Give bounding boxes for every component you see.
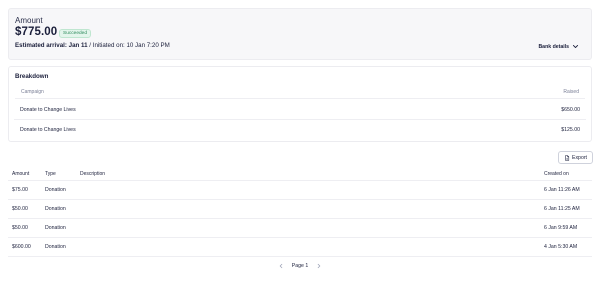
transactions-header: Amount Type Description Created on	[8, 167, 592, 181]
created-on-cell: 4 Jan 5:30 AM	[544, 244, 578, 250]
raised-amount: $650.00	[561, 107, 580, 113]
export-label: Export	[572, 154, 587, 161]
campaign-name: Donate to Change Lives	[20, 126, 76, 133]
raised-amount: $125.00	[561, 126, 580, 133]
table-row[interactable]: $75.00 Donation 6 Jan 11:26 AM	[8, 181, 592, 200]
amount-cell: $50.00	[12, 225, 28, 231]
type-column-header: Type	[45, 170, 56, 177]
type-cell: Donation	[45, 187, 66, 193]
page-indicator: Page 1	[291, 263, 309, 269]
breakdown-header: Campaign Raised	[15, 85, 585, 99]
estimated-arrival: Estimated arrival: Jan 11	[15, 42, 88, 49]
type-cell: Donation	[45, 244, 66, 250]
table-row[interactable]: $50.00 Donation 6 Jan 9:59 AM	[8, 219, 592, 238]
description-column-header: Description	[80, 170, 106, 177]
export-button[interactable]: Export	[558, 151, 593, 164]
created-on-cell: 6 Jan 11:26 AM	[544, 187, 580, 193]
chevron-right-icon[interactable]	[316, 263, 322, 269]
table-row[interactable]: $50.00 Donation 6 Jan 11:25 AM	[8, 200, 592, 219]
status-badge: Succeeded	[59, 29, 92, 38]
breakdown-row: Donate to Change Lives $650.00	[14, 101, 586, 120]
breakdown-title: Breakdown	[15, 73, 49, 80]
pagination: Page 1	[0, 261, 600, 271]
campaign-name: Donate to Change Lives	[20, 107, 76, 113]
arrival-info: Estimated arrival: Jan 11 / Initiated on…	[15, 42, 170, 49]
initiated-on: / Initiated on: 10 Jan 7:20 PM	[87, 42, 170, 49]
amount-column-header: Amount	[12, 170, 30, 177]
amount-cell: $50.00	[12, 206, 28, 212]
payout-summary-card: Amount $775.00 Succeeded Estimated arriv…	[8, 8, 592, 60]
file-icon	[565, 154, 570, 161]
table-row[interactable]: $600.00 Donation 4 Jan 5:30 AM	[8, 238, 592, 257]
amount-cell: $600.00	[12, 244, 31, 250]
chevron-left-icon[interactable]	[278, 263, 284, 269]
created-on-cell: 6 Jan 11:25 AM	[544, 206, 580, 212]
amount-label: Amount	[15, 16, 43, 25]
breakdown-row: Donate to Change Lives $125.00	[14, 120, 586, 139]
created-on-column-header: Created on	[544, 170, 569, 177]
chevron-down-icon	[572, 44, 579, 49]
bank-details-toggle[interactable]: Bank details	[538, 43, 579, 50]
amount-value: $775.00	[15, 26, 58, 38]
type-cell: Donation	[45, 225, 66, 231]
created-on-cell: 6 Jan 9:59 AM	[544, 225, 578, 231]
type-cell: Donation	[45, 206, 66, 212]
raised-column-header: Raised	[563, 88, 579, 95]
campaign-column-header: Campaign	[21, 88, 44, 95]
bank-details-label: Bank details	[538, 43, 569, 50]
amount-cell: $75.00	[12, 187, 28, 193]
